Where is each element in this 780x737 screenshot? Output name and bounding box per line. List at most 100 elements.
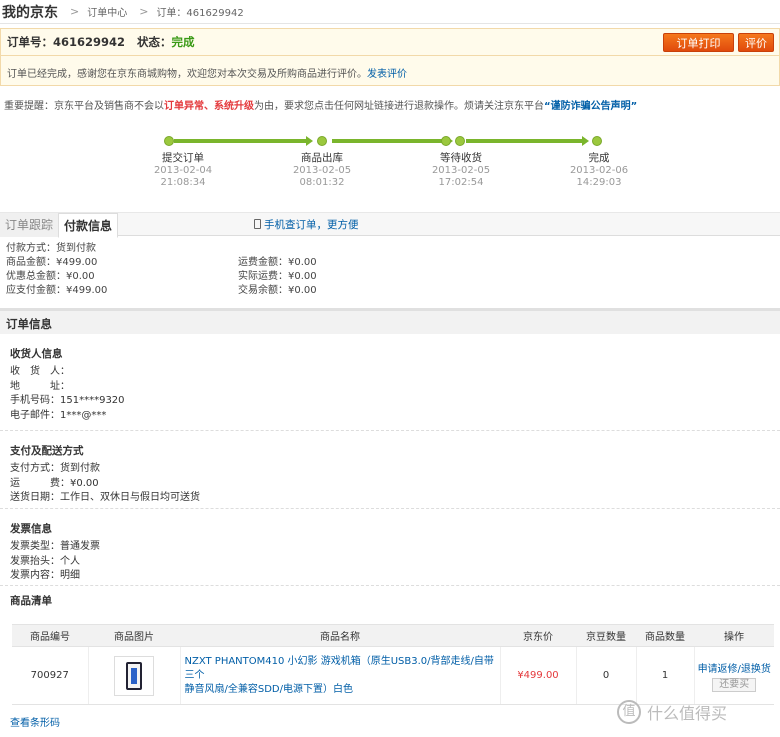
product-name[interactable]: NZXT PHANTOM410 小幻影 游戏机箱（原生USB3.0/背部走线/自…: [180, 646, 501, 705]
receiver-phone: 手机号码：151****9320: [10, 395, 125, 406]
goods-amount: 商品金额：¥499.00: [6, 257, 98, 268]
notice-prefix: 重要提醒：京东平台及销售商不会以: [4, 101, 164, 112]
arrow-right-icon: [306, 136, 313, 146]
receiver-name: 收 货 人：: [10, 366, 70, 377]
step-time: 21:08:34: [160, 177, 206, 188]
progress-dot: [441, 136, 451, 146]
actual-freight: 实际运费：¥0.00: [238, 271, 317, 282]
step-name: 提交订单: [162, 152, 204, 164]
invoice-info: 发票信息 发票类型：普通发票 发票抬头：个人 发票内容：明细: [0, 509, 780, 586]
pc-case-icon: [126, 661, 142, 690]
print-order-button[interactable]: 订单打印: [663, 33, 734, 52]
watermark: 值 什么值得买: [617, 700, 727, 724]
step-date: 2013-02-04: [153, 165, 213, 176]
info-tabs: 订单跟踪 付款信息 手机查订单，更方便: [0, 212, 780, 238]
notice-highlight-2: 系统升级: [214, 101, 254, 112]
receiver-address: 地 址：: [10, 380, 70, 392]
col-header: 操作: [694, 624, 774, 647]
notice-highlight-1: 订单异常: [164, 101, 204, 112]
receiver-title: 收货人信息: [10, 348, 63, 360]
breadcrumb: 我的京东 > 订单中心 > 订单：461629942: [0, 0, 780, 24]
view-barcode-link[interactable]: 查看条形码: [10, 714, 60, 729]
invoice-header: 发票抬头：个人: [10, 555, 80, 567]
product-id: 700927: [12, 646, 89, 705]
table-header-row: 商品编号 商品图片 商品名称 京东价 京豆数量 商品数量 操作: [12, 624, 774, 647]
amount-due: 应支付金额：¥499.00: [6, 285, 108, 296]
order-number: 订单号：461629942: [7, 35, 126, 49]
col-header: 商品图片: [88, 624, 180, 647]
chevron-right-icon: >: [139, 5, 149, 18]
anti-fraud-link[interactable]: “谨防诈骗公告声明”: [544, 101, 637, 112]
delivery-date: 送货日期：工作日、双休日与假日均可送货: [10, 492, 200, 503]
receiver-email: 电子邮件：1***@***: [10, 409, 107, 421]
product-price: ¥499.00: [500, 646, 577, 705]
trade-balance: 交易余额：¥0.00: [238, 285, 317, 296]
product-beans: 0: [576, 646, 637, 705]
chevron-right-icon: >: [70, 5, 80, 18]
progress-bar-2: [332, 139, 446, 143]
col-header: 京豆数量: [576, 624, 636, 647]
step-time: 17:02:54: [438, 177, 484, 188]
progress-dot: [455, 136, 465, 146]
delivery-info: 支付及配送方式 支付方式：货到付款 运 费：¥0.00 送货日期：工作日、双休日…: [0, 431, 780, 509]
order-message-text: 订单已经完成，感谢您在京东商城购物，欢迎您对本次交易及所购商品进行评价。: [7, 69, 367, 80]
phone-icon: [254, 219, 261, 229]
product-image-cell: [88, 646, 181, 705]
status-badge: 完成: [171, 35, 195, 49]
step-time: 14:29:03: [576, 177, 622, 188]
notice-suffix: 为由，要求您点击任何网址链接进行退款操作。烦请关注京东平台: [254, 101, 544, 112]
invoice-title: 发票信息: [10, 523, 52, 535]
step-name: 商品出库: [301, 152, 343, 164]
product-quantity: 1: [636, 646, 695, 705]
table-row: 700927 NZXT PHANTOM410 小幻影 游戏机箱（原生USB3.0…: [12, 646, 775, 705]
progress-step: 完成 2013-02-06 14:29:03: [559, 150, 639, 189]
order-progress: 提交订单 2013-02-04 21:08:34 商品出库 2013-02-05…: [0, 122, 780, 212]
breadcrumb-order-center[interactable]: 订单中心: [87, 4, 127, 19]
progress-bar-3: [466, 139, 582, 143]
progress-step: 等待收货 2013-02-05 17:02:54: [421, 150, 501, 189]
col-header: 京东价: [500, 624, 576, 647]
step-date: 2013-02-05: [431, 165, 491, 176]
order-status-box: 订单号：461629942 状态： 完成 订单打印 评价 订单已经完成，感谢您在…: [0, 28, 780, 86]
product-name-line[interactable]: NZXT PHANTOM410 小幻影 游戏机箱（原生USB3.0/背部走线/自…: [185, 655, 500, 683]
watermark-text: 什么值得买: [647, 704, 728, 723]
delivery-freight: 运 费：¥0.00: [10, 477, 99, 489]
col-header: 商品名称: [180, 624, 500, 647]
progress-step: 提交订单 2013-02-04 21:08:34: [143, 150, 223, 189]
goods-table: 商品编号 商品图片 商品名称 京东价 京豆数量 商品数量 操作 700927 N…: [12, 624, 774, 705]
post-review-link[interactable]: 发表评价: [367, 69, 407, 80]
breadcrumb-home[interactable]: 我的京东: [2, 2, 58, 22]
order-message: 订单已经完成，感谢您在京东商城购物，欢迎您对本次交易及所购商品进行评价。发表评价: [1, 56, 779, 80]
step-date: 2013-02-05: [292, 165, 352, 176]
product-image[interactable]: [114, 655, 154, 696]
payment-method: 付款方式：货到付款: [6, 243, 96, 254]
product-name-line[interactable]: 静音风扇/全兼容SDD/电源下置）白色: [185, 683, 500, 697]
col-header: 商品编号: [12, 624, 88, 647]
col-header: 商品数量: [636, 624, 694, 647]
invoice-content: 发票内容：明细: [10, 570, 80, 581]
buy-again-button[interactable]: 还要买: [712, 677, 757, 692]
tab-payment-info[interactable]: 付款信息: [58, 213, 118, 238]
progress-step: 商品出库 2013-02-05 08:01:32: [282, 150, 362, 189]
goods-list-title: 商品清单: [10, 595, 52, 607]
watermark-logo-icon: 值: [617, 700, 641, 724]
return-exchange-link[interactable]: 申请返修/退换货: [695, 660, 775, 675]
invoice-type: 发票类型：普通发票: [10, 541, 100, 552]
order-info-title: 订单信息: [0, 308, 780, 334]
step-name: 等待收货: [440, 152, 482, 164]
payment-info: 付款方式：货到付款 商品金额：¥499.00 优惠总金额：¥0.00 应支付金额…: [0, 236, 780, 308]
progress-bar-1: [174, 139, 306, 143]
progress-dot: [164, 136, 174, 146]
step-time: 08:01:32: [299, 177, 345, 188]
security-notice: 重要提醒：京东平台及销售商不会以订单异常、系统升级为由，要求您点击任何网址链接进…: [0, 86, 780, 122]
mobile-order-link[interactable]: 手机查订单，更方便: [254, 213, 359, 237]
progress-dot: [317, 136, 327, 146]
delivery-title: 支付及配送方式: [10, 445, 84, 457]
step-name: 完成: [588, 152, 610, 164]
delivery-payment: 支付方式：货到付款: [10, 463, 100, 474]
mobile-order-text: 手机查订单，更方便: [264, 219, 359, 231]
tab-order-tracking[interactable]: 订单跟踪: [0, 213, 58, 237]
rate-button[interactable]: 评价: [738, 33, 774, 52]
status-label: 状态：: [137, 35, 172, 49]
receiver-info: 收货人信息 收 货 人： 地 址： 手机号码：151****9320 电子邮件：…: [0, 334, 780, 431]
